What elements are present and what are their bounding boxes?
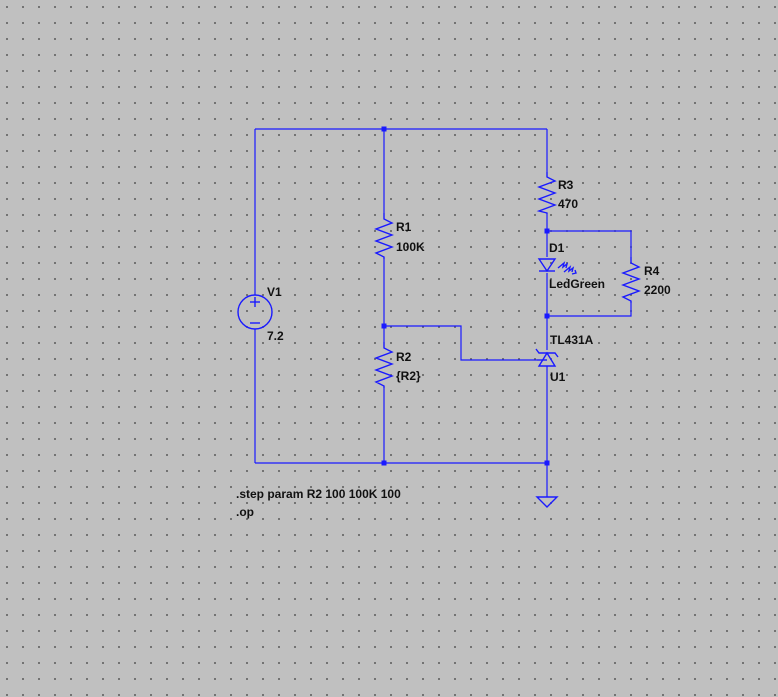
junctions xyxy=(381,126,550,466)
light-emission-icon xyxy=(557,261,569,269)
junction-r4-bottom xyxy=(544,313,550,319)
junction-mid xyxy=(381,323,387,329)
shunt-regulator-u1[interactable] xyxy=(535,348,559,367)
resistor-icon xyxy=(536,172,557,214)
wire-r4-bottom[interactable] xyxy=(547,303,632,317)
r2-value-label: {R2} xyxy=(396,369,421,383)
ground-icon xyxy=(535,496,559,508)
op-directive[interactable]: .op xyxy=(236,505,254,519)
resistor-r3[interactable] xyxy=(536,172,557,214)
resistor-r1[interactable] xyxy=(374,213,394,259)
wires xyxy=(254,128,632,497)
r4-value-label: 2200 xyxy=(644,283,671,297)
u1-name-label: U1 xyxy=(550,370,566,384)
r1-name-label: R1 xyxy=(396,220,412,234)
step-directive[interactable]: .step param R2 100 100K 100 xyxy=(236,487,401,501)
resistor-r4[interactable] xyxy=(621,257,641,303)
junction-r4-top xyxy=(544,228,550,234)
v1-value-label: 7.2 xyxy=(267,329,284,343)
u1-value-label: TL431A xyxy=(550,333,594,347)
d1-value-label: LedGreen xyxy=(549,277,605,291)
r3-name-label: R3 xyxy=(558,178,574,192)
r4-name-label: R4 xyxy=(644,264,660,278)
r1-value-label: 100K xyxy=(396,240,425,254)
v1-name-label: V1 xyxy=(267,285,282,299)
junction-top xyxy=(381,126,387,132)
voltage-source-v1[interactable] xyxy=(237,294,273,330)
d1-name-label: D1 xyxy=(549,241,565,255)
resistor-icon xyxy=(374,342,394,388)
resistor-icon xyxy=(374,213,394,259)
schematic-canvas[interactable]: V1 7.2 R1 100K R2 {R2} R3 470 R4 2200 D1… xyxy=(0,0,778,697)
diode-triangle-icon xyxy=(537,258,557,273)
junction-bottom-right xyxy=(544,460,550,466)
r3-value-label: 470 xyxy=(558,197,578,211)
led-d1[interactable] xyxy=(537,258,577,275)
ground-symbol[interactable] xyxy=(535,496,559,508)
resistor-icon xyxy=(621,257,641,303)
regulator-cathode-bar-icon xyxy=(535,348,559,358)
r2-name-label: R2 xyxy=(396,350,412,364)
junction-bottom xyxy=(381,460,387,466)
resistor-r2[interactable] xyxy=(374,342,394,388)
